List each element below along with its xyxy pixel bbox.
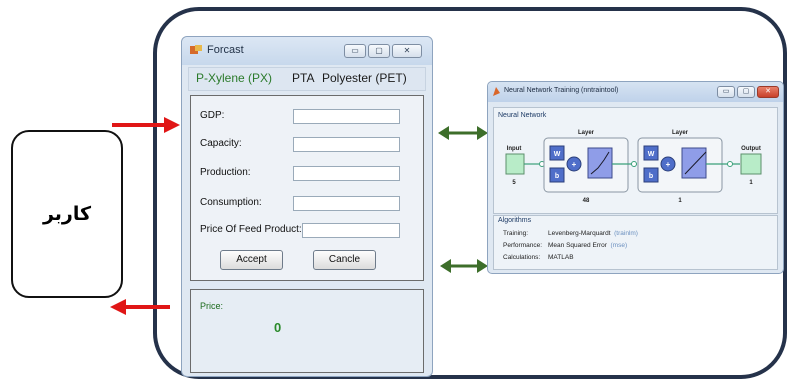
minimize-button[interactable]: ▭ (344, 44, 366, 58)
maximize-icon: ▢ (375, 46, 383, 55)
tab-p-xylene[interactable]: P-Xylene (PX) (196, 71, 272, 85)
layer1-plus: + (572, 160, 577, 169)
tab-pta[interactable]: PTA (292, 71, 314, 85)
bottom-double-arrowhead (440, 259, 488, 273)
layer2-b: b (649, 173, 653, 180)
maximize-button[interactable]: ▢ (368, 44, 390, 58)
price-label: Price: (200, 301, 224, 311)
production-label: Production: (200, 167, 251, 178)
consumption-input[interactable] (293, 196, 400, 211)
price-panel (190, 289, 424, 373)
layer2-label: Layer (672, 130, 689, 136)
maximize-icon: ▢ (742, 88, 750, 95)
close-icon: ✕ (403, 46, 411, 55)
product-tabbar: P-Xylene (PX) PTA Polyester (PET) (188, 67, 426, 91)
algorithm-value: Mean Squared Error (548, 242, 607, 249)
feed-price-input[interactable] (302, 223, 400, 238)
layer2-plus: + (666, 160, 671, 169)
algorithm-value: MATLAB (548, 254, 574, 261)
algorithm-key: Training: (503, 230, 529, 237)
input-size: 5 (512, 180, 516, 186)
connector-node (727, 161, 733, 167)
output-size: 1 (749, 180, 753, 186)
algorithm-code: (mse) (610, 242, 628, 249)
network-diagram: Input 5 Layer W b + 48 Layer W b + 1 Out… (505, 130, 762, 204)
layer2-size: 1 (678, 198, 682, 204)
gdp-label: GDP: (200, 110, 225, 121)
nn-training-window: Neural Network Training (nntraintool) ▭ … (487, 81, 784, 274)
algorithm-row-performance: Performance: Mean Squared Error (mse) (503, 242, 627, 249)
algorithm-key: Calculations: (503, 254, 541, 261)
nn-titlebar: Neural Network Training (nntraintool) ▭ … (488, 82, 783, 102)
minimize-icon: ▭ (722, 88, 730, 95)
user-box: کاربر (11, 130, 123, 298)
nn-maximize-button[interactable]: ▢ (737, 86, 755, 98)
capacity-label: Capacity: (200, 138, 242, 149)
input-label: Input (507, 146, 522, 152)
output-block (740, 153, 762, 175)
consumption-label: Consumption: (200, 197, 262, 208)
gdp-input[interactable] (293, 109, 400, 124)
output-label: Output (741, 146, 761, 152)
close-icon: ✕ (765, 88, 771, 95)
layer2-w: W (648, 151, 655, 158)
algorithm-code: (trainlm) (614, 230, 638, 237)
nn-close-button[interactable]: ✕ (757, 86, 779, 98)
forcast-titlebar: Forcast ▭ ▢ ✕ (182, 37, 432, 65)
cancel-button[interactable]: Cancle (313, 250, 376, 270)
matlab-logo-icon (493, 87, 500, 96)
connector-node (631, 161, 637, 167)
nn-minimize-button[interactable]: ▭ (717, 86, 735, 98)
production-input[interactable] (293, 166, 400, 181)
close-button[interactable]: ✕ (392, 44, 422, 58)
algorithm-key: Performance: (503, 242, 543, 249)
feed-price-label: Price Of Feed Product: (200, 224, 302, 235)
top-double-arrowhead (438, 126, 488, 140)
forcast-window: Forcast ▭ ▢ ✕ P-Xylene (PX) PTA Polyeste… (181, 36, 433, 377)
layer1-label: Layer (578, 130, 595, 136)
layer1-b: b (555, 173, 559, 180)
tab-polyester[interactable]: Polyester (PET) (322, 71, 407, 85)
accept-button[interactable]: Accept (220, 250, 283, 270)
window-title: Forcast (207, 44, 244, 56)
algorithm-row-training: Training: Levenberg-Marquardt (trainlm) (503, 230, 638, 237)
algorithm-value: Levenberg-Marquardt (548, 230, 611, 237)
price-value: 0 (274, 320, 282, 335)
input-arrowhead (164, 117, 180, 133)
layer1-w: W (554, 151, 561, 158)
nn-window-title: Neural Network Training (nntraintool) (504, 87, 619, 94)
algorithm-row-calculations: Calculations: MATLAB (503, 254, 574, 261)
minimize-icon: ▭ (351, 46, 359, 55)
app-icon (190, 45, 202, 54)
capacity-input[interactable] (293, 137, 400, 152)
neural-network-title: Neural Network (498, 112, 547, 119)
layer1-size: 48 (583, 198, 590, 204)
input-block (505, 153, 525, 175)
algorithms-title: Algorithms (498, 217, 532, 224)
user-label: کاربر (42, 203, 92, 225)
